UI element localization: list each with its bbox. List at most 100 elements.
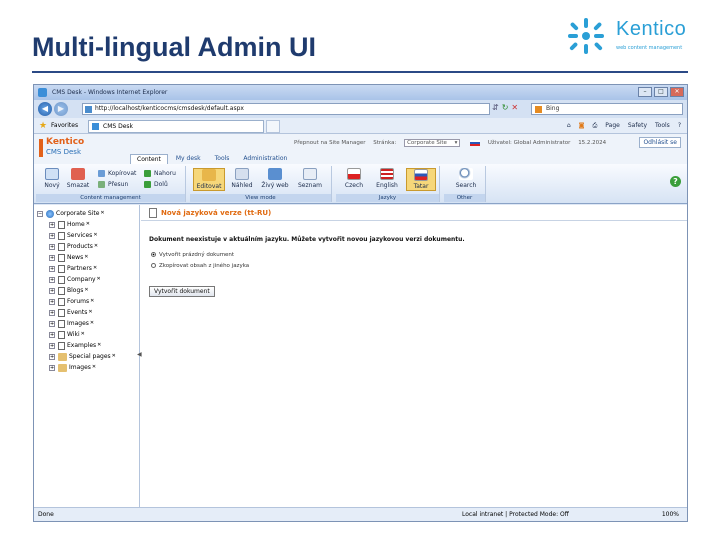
expand-icon[interactable]: +: [49, 331, 55, 338]
language-english-button[interactable]: English: [372, 168, 402, 189]
arrow-down-icon: [144, 181, 151, 188]
tree-node[interactable]: + Forums✕: [49, 297, 94, 306]
zoom-level[interactable]: 100%: [662, 508, 679, 521]
down-button[interactable]: Dolů: [144, 181, 168, 188]
expand-icon[interactable]: +: [49, 320, 55, 327]
delete-button[interactable]: Smazat: [66, 168, 90, 189]
tab-tools[interactable]: Tools: [209, 154, 236, 164]
home-icon[interactable]: ⌂: [567, 118, 571, 134]
forward-arrow-icon[interactable]: ▶: [54, 102, 68, 116]
language-flag-icon[interactable]: [470, 139, 481, 146]
command-page[interactable]: Page: [605, 118, 620, 134]
expand-icon[interactable]: +: [49, 243, 55, 250]
tree-node[interactable]: + Partners✕: [49, 264, 97, 273]
favorites-star-icon[interactable]: ★: [39, 118, 47, 134]
not-translated-icon: ✕: [92, 265, 98, 271]
security-zone[interactable]: Local intranet | Protected Mode: Off: [462, 508, 569, 521]
tree-node[interactable]: + Services✕: [49, 231, 98, 240]
cms-logo-desk: CMS Desk: [46, 148, 81, 156]
expand-icon[interactable]: +: [49, 254, 55, 261]
feeds-icon[interactable]: ◙: [579, 118, 585, 134]
expand-icon[interactable]: +: [49, 232, 55, 239]
maximize-button[interactable]: □: [654, 87, 668, 97]
expand-icon[interactable]: +: [49, 364, 55, 371]
not-translated-icon: ✕: [89, 320, 95, 326]
site-select[interactable]: Corporate Site ▾: [404, 139, 461, 147]
expand-icon[interactable]: +: [49, 298, 55, 305]
search-button[interactable]: Search: [452, 168, 480, 189]
close-button[interactable]: ✕: [670, 87, 684, 97]
tree-node[interactable]: + Images✕: [49, 319, 94, 328]
language-czech-button[interactable]: Czech: [340, 168, 368, 189]
back-arrow-icon[interactable]: ◀: [38, 102, 52, 116]
tree-node[interactable]: + Home✕: [49, 220, 90, 229]
copy-button[interactable]: Kopírovat: [98, 170, 136, 177]
help-icon[interactable]: ?: [678, 118, 681, 134]
expand-icon[interactable]: +: [49, 309, 55, 316]
new-button[interactable]: Nový: [40, 168, 64, 189]
pane-title: Nová jazyková verze (tt-RU): [161, 209, 272, 217]
compat-icon[interactable]: ⇵: [492, 103, 499, 112]
tree-node[interactable]: + Wiki✕: [49, 330, 85, 339]
command-safety[interactable]: Safety: [628, 118, 647, 134]
expand-icon[interactable]: +: [49, 342, 55, 349]
browser-tab[interactable]: CMS Desk: [88, 120, 264, 133]
expand-icon[interactable]: −: [37, 210, 43, 217]
switch-site-manager-link[interactable]: Přepnout na Site Manager: [294, 140, 366, 146]
logout-button[interactable]: Odhlásit se: [639, 137, 681, 148]
option-copy-label: Zkopírovat obsah z jiného jazyka: [159, 263, 250, 269]
kentico-logo: Kentico web content management: [564, 14, 694, 58]
option-empty-document[interactable]: Vytvořit prázdný dokument: [151, 252, 234, 258]
tree-node[interactable]: + Blogs✕: [49, 286, 89, 295]
tab-content[interactable]: Content: [130, 154, 168, 164]
address-actions: ⇵ ↻ ✕: [492, 103, 518, 112]
tree-node-label: Blogs: [67, 287, 84, 294]
missing-language-message: Dokument neexistuje v aktuálním jazyku. …: [149, 236, 465, 243]
minimize-button[interactable]: –: [638, 87, 652, 97]
help-icon[interactable]: ?: [670, 176, 681, 187]
header-date: 15.2.2024: [578, 140, 607, 146]
language-russian-button[interactable]: Tatar: [406, 168, 436, 191]
edit-mode-button[interactable]: Editovat: [193, 168, 225, 191]
create-document-button[interactable]: Vytvořit dokument: [149, 286, 215, 297]
expand-icon[interactable]: +: [49, 221, 55, 228]
expand-icon[interactable]: +: [49, 287, 55, 294]
tab-my-desk[interactable]: My desk: [170, 154, 207, 164]
tree-node[interactable]: + Events✕: [49, 308, 93, 317]
list-mode-button[interactable]: Seznam: [294, 168, 326, 189]
radio-copy-content[interactable]: [151, 263, 156, 268]
expand-icon[interactable]: +: [49, 265, 55, 272]
preview-mode-button[interactable]: Náhled: [228, 168, 256, 189]
favorites-bar: ★ Favorites CMS Desk ⌂ ◙ ⎙ Page Safety T…: [34, 118, 687, 134]
tree-node[interactable]: + Examples✕: [49, 341, 101, 350]
refresh-icon[interactable]: ↻: [502, 103, 509, 112]
expand-icon[interactable]: +: [49, 353, 55, 360]
not-translated-icon: ✕: [84, 254, 89, 260]
tree-root[interactable]: − Corporate Site✕: [37, 209, 105, 218]
new-tab-button[interactable]: [266, 120, 280, 133]
favorites-label[interactable]: Favorites: [51, 118, 78, 134]
print-icon[interactable]: ⎙: [592, 118, 597, 134]
tree-node[interactable]: + Images✕: [49, 363, 96, 372]
command-tools[interactable]: Tools: [655, 118, 670, 134]
tree-node-label: Company: [67, 276, 96, 283]
expand-icon[interactable]: +: [49, 276, 55, 283]
group-label-languages: Jazyky: [336, 194, 439, 202]
tree-node[interactable]: + Company✕: [49, 275, 101, 284]
window-titlebar[interactable]: CMS Desk - Windows Internet Explorer – □…: [34, 85, 687, 100]
tab-administration[interactable]: Administration: [237, 154, 293, 164]
address-input[interactable]: http://localhost/kenticocms/cmsdesk/defa…: [82, 103, 490, 115]
move-button[interactable]: Přesun: [98, 181, 128, 188]
radio-empty-document[interactable]: [151, 252, 156, 257]
tree-node-label: Images: [69, 364, 91, 371]
tree-node[interactable]: + Products✕: [49, 242, 98, 251]
copy-icon: [98, 170, 105, 177]
option-copy-content[interactable]: Zkopírovat obsah z jiného jazyka: [151, 263, 249, 269]
tree-node[interactable]: + News✕: [49, 253, 88, 262]
live-site-button[interactable]: Živý web: [260, 168, 290, 189]
search-input[interactable]: Bing: [531, 103, 683, 115]
up-button[interactable]: Nahoru: [144, 170, 176, 177]
tree-node-label: Events: [67, 309, 88, 316]
stop-icon[interactable]: ✕: [511, 103, 518, 112]
tree-node[interactable]: + Special pages✕: [49, 352, 116, 361]
